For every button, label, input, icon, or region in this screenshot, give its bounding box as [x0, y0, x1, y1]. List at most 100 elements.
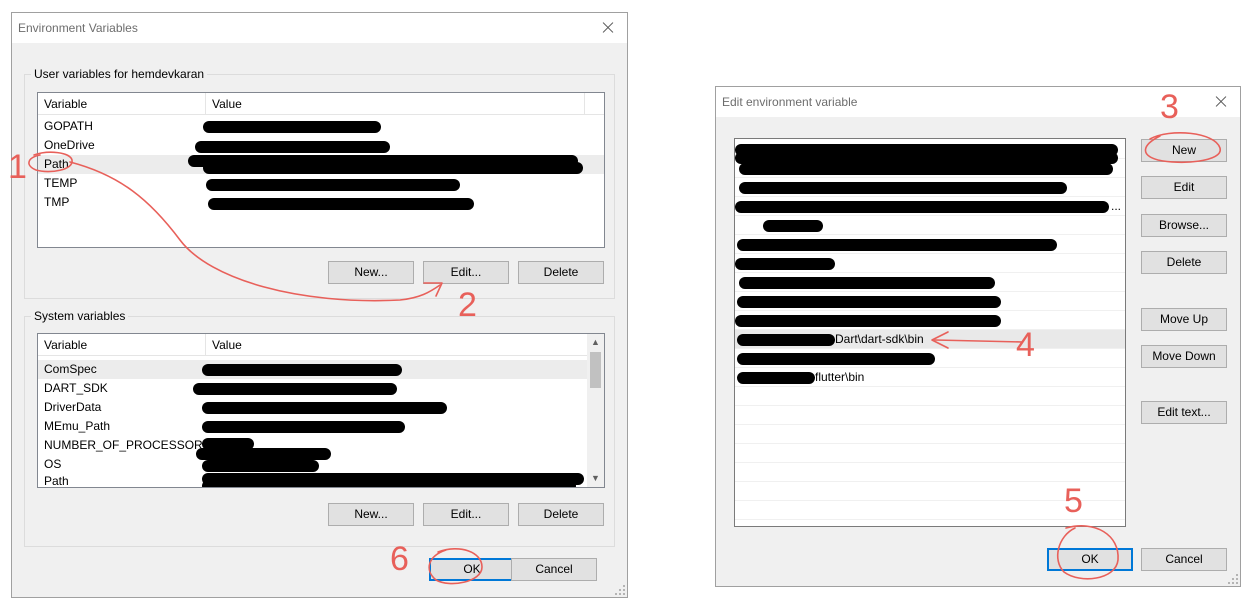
variable-name: Path [44, 157, 69, 171]
list-item[interactable] [735, 159, 1125, 178]
cancel-button[interactable]: Cancel [1141, 548, 1227, 571]
entry-text: Dart\dart-sdk\bin [835, 332, 924, 346]
cancel-button[interactable]: Cancel [511, 558, 597, 581]
ok-button[interactable]: OK [1047, 548, 1133, 571]
redacted-value [202, 402, 447, 414]
system-delete-button[interactable]: Delete [518, 503, 604, 526]
variable-name: NUMBER_OF_PROCESSORS [44, 438, 211, 452]
table-row[interactable]: DART_SDK [38, 379, 587, 398]
list-item[interactable] [735, 216, 1125, 235]
list-item[interactable] [735, 387, 1125, 406]
redacted-value [203, 162, 583, 174]
variable-name: Path [44, 474, 69, 488]
close-icon[interactable] [1210, 87, 1232, 117]
redacted-entry [739, 277, 995, 289]
system-variables-list[interactable]: Variable Value ComSpec DART_SDK DriverDa… [37, 333, 605, 488]
ok-button[interactable]: OK [429, 558, 515, 581]
table-row[interactable]: GOPATH [38, 117, 604, 136]
list-item[interactable]: flutter\bin [735, 368, 1125, 387]
user-variables-title: User variables for hemdevkaran [31, 67, 208, 81]
table-row[interactable]: NUMBER_OF_PROCESSORS [38, 436, 587, 460]
list-item[interactable] [735, 292, 1125, 311]
list-item[interactable] [735, 349, 1125, 368]
redacted-entry [735, 258, 835, 270]
redacted-value [202, 364, 402, 376]
dialog-titlebar[interactable]: Environment Variables [12, 13, 627, 43]
redacted-entry [737, 334, 835, 346]
resize-grip-icon[interactable] [615, 585, 625, 595]
scrollbar-thumb[interactable] [590, 352, 601, 388]
table-row[interactable]: TEMP [38, 174, 604, 193]
table-row[interactable]: OneDrive [38, 136, 604, 155]
list-item[interactable] [735, 463, 1125, 482]
user-new-button[interactable]: New... [328, 261, 414, 284]
redacted-value [208, 198, 474, 210]
redacted-entry [737, 353, 935, 365]
list-item[interactable] [735, 311, 1125, 330]
vertical-scrollbar[interactable]: ▲ ▼ [587, 334, 604, 487]
edit-environment-variable-dialog: Edit environment variable ... Dart\dart-… [715, 86, 1241, 587]
list-header: Variable Value [38, 93, 604, 115]
system-edit-button[interactable]: Edit... [423, 503, 509, 526]
variable-name: TEMP [44, 176, 78, 190]
new-button[interactable]: New [1141, 139, 1227, 162]
table-row[interactable]: Path [38, 155, 604, 174]
list-item[interactable]: Dart\dart-sdk\bin [735, 330, 1125, 349]
table-row[interactable]: Path [38, 472, 587, 488]
table-row[interactable]: DriverData [38, 398, 587, 417]
user-variables-list[interactable]: Variable Value GOPATH OneDrive Path TEMP [37, 92, 605, 248]
table-row[interactable]: MEmu_Path [38, 417, 587, 436]
browse-button[interactable]: Browse... [1141, 214, 1227, 237]
edit-button[interactable]: Edit [1141, 176, 1227, 199]
list-header: Variable Value [38, 334, 588, 356]
move-up-button[interactable]: Move Up [1141, 308, 1227, 331]
table-row[interactable]: TMP [38, 193, 604, 212]
list-item[interactable] [735, 425, 1125, 444]
system-variables-group: System variables Variable Value ComSpec … [24, 309, 615, 547]
system-new-button[interactable]: New... [328, 503, 414, 526]
edit-text-button[interactable]: Edit text... [1141, 401, 1227, 424]
entry-text: ... [1111, 199, 1122, 213]
column-header-value[interactable]: Value [206, 334, 588, 356]
list-item[interactable] [735, 254, 1125, 273]
redacted-value [202, 421, 405, 433]
list-item[interactable] [735, 482, 1125, 501]
system-variables-title: System variables [31, 309, 129, 323]
entry-text: flutter\bin [815, 370, 865, 384]
dialog-title: Environment Variables [18, 21, 138, 35]
redacted-entry [737, 296, 1001, 308]
redacted-entry [763, 220, 823, 232]
scroll-down-icon[interactable]: ▼ [587, 470, 604, 487]
list-item[interactable] [735, 235, 1125, 254]
variable-name: DART_SDK [44, 381, 108, 395]
list-item[interactable] [735, 501, 1125, 520]
redacted-value [202, 460, 319, 472]
path-entries-list[interactable]: ... Dart\dart-sdk\bin flutter\bin [734, 138, 1126, 527]
move-down-button[interactable]: Move Down [1141, 345, 1227, 368]
column-header-variable[interactable]: Variable [38, 334, 206, 356]
close-icon[interactable] [597, 13, 619, 43]
list-item[interactable] [735, 273, 1125, 292]
user-variables-group: User variables for hemdevkaran Variable … [24, 67, 615, 299]
variable-name: GOPATH [44, 119, 93, 133]
user-delete-button[interactable]: Delete [518, 261, 604, 284]
column-header-variable[interactable]: Variable [38, 93, 206, 115]
list-item[interactable] [735, 178, 1125, 197]
user-edit-button[interactable]: Edit... [423, 261, 509, 284]
scroll-up-icon[interactable]: ▲ [587, 334, 604, 351]
variable-name: OneDrive [44, 138, 95, 152]
column-header-value[interactable]: Value [206, 93, 585, 115]
list-item[interactable] [735, 140, 1125, 164]
resize-grip-icon[interactable] [1228, 574, 1238, 584]
dialog-titlebar[interactable]: Edit environment variable [716, 87, 1240, 117]
environment-variables-dialog: Environment Variables User variables for… [11, 12, 628, 598]
list-item[interactable] [735, 406, 1125, 425]
table-row[interactable]: ComSpec [38, 360, 587, 379]
redacted-entry [735, 315, 1001, 327]
redacted-entry [739, 182, 1067, 194]
list-item[interactable] [735, 444, 1125, 463]
redacted-entry [735, 201, 1109, 213]
list-item[interactable]: ... [735, 197, 1125, 216]
redacted-value [202, 480, 576, 487]
delete-button[interactable]: Delete [1141, 251, 1227, 274]
